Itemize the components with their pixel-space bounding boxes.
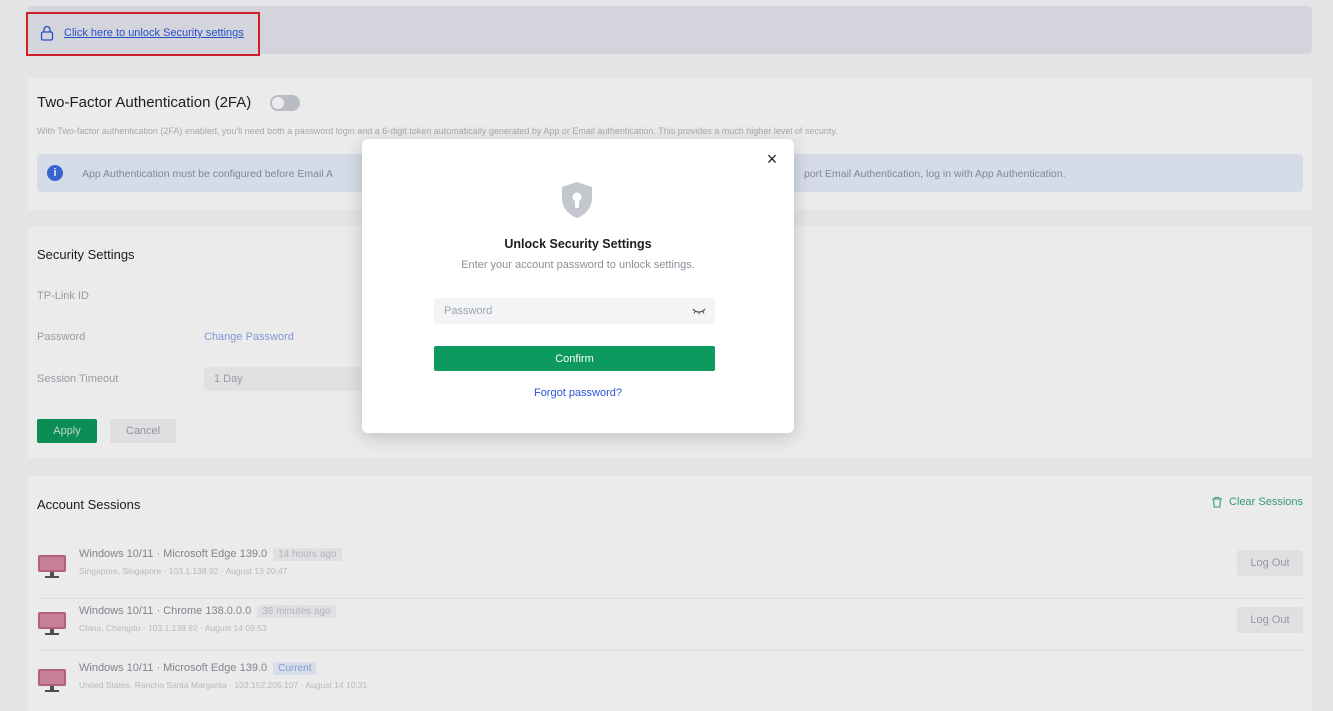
forgot-password-link[interactable]: Forgot password? (362, 387, 794, 399)
confirm-button[interactable]: Confirm (434, 346, 715, 371)
password-input[interactable] (434, 298, 715, 324)
modal-title: Unlock Security Settings (504, 237, 652, 251)
unlock-modal: × Unlock Security Settings Enter your ac… (362, 139, 794, 433)
eye-closed-icon[interactable] (692, 306, 706, 316)
close-icon[interactable]: × (764, 150, 780, 168)
modal-subtitle: Enter your account password to unlock se… (461, 259, 695, 271)
security-page: Click here to unlock Security settings T… (0, 0, 1333, 711)
shield-lock-icon (562, 182, 592, 218)
